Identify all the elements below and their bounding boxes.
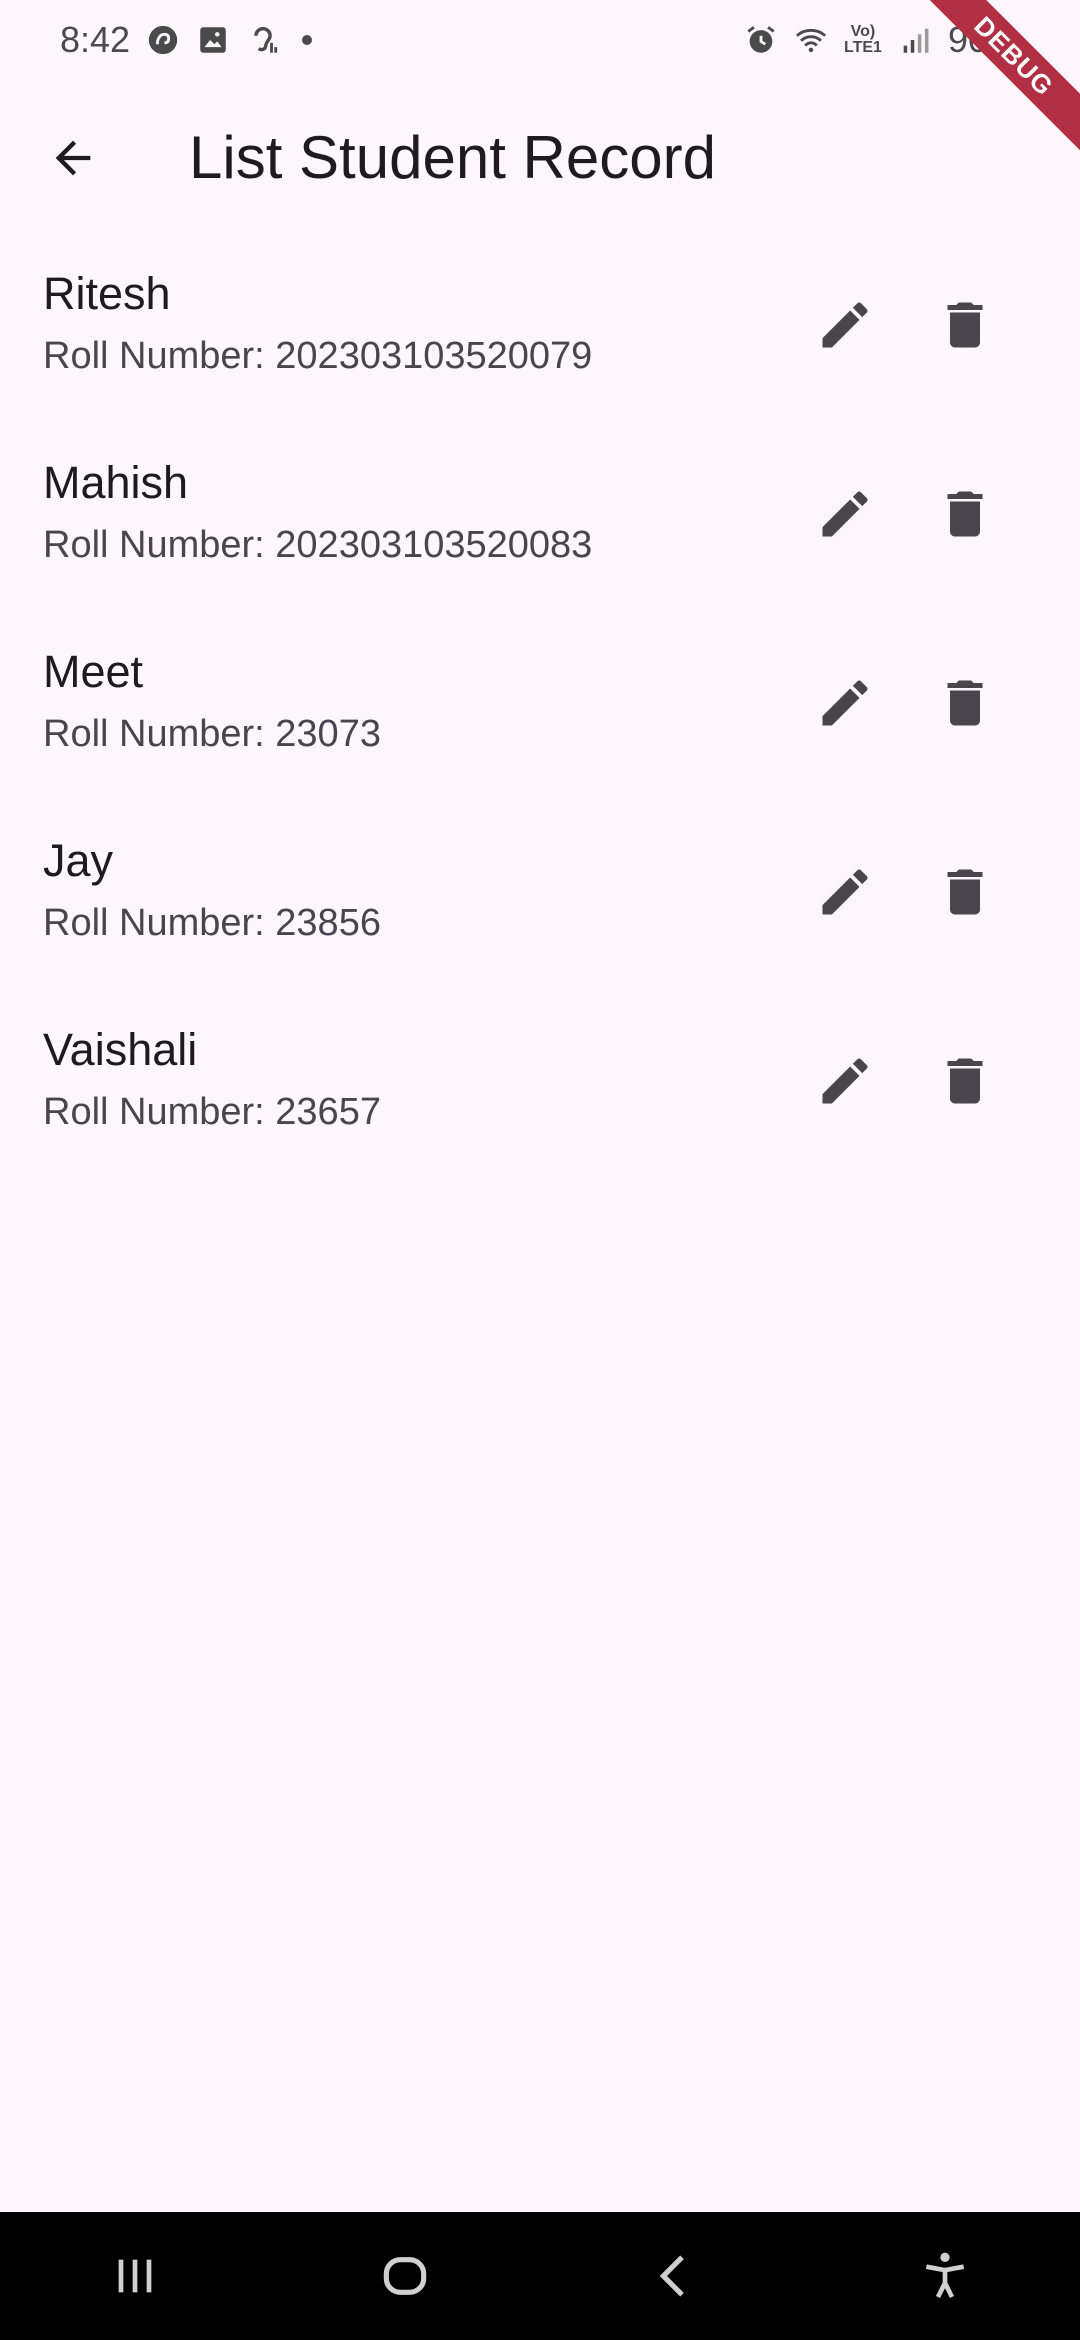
list-item-text: Vaishali Roll Number: 23657 xyxy=(43,1020,785,1142)
list-item-actions xyxy=(785,1021,1025,1141)
list-item[interactable]: Meet Roll Number: 23073 xyxy=(0,608,1080,797)
delete-icon xyxy=(947,1058,983,1103)
back-button[interactable] xyxy=(25,110,121,206)
list-item-text: Mahish Roll Number: 202303103520083 xyxy=(43,453,785,575)
student-roll-number: Roll Number: 23073 xyxy=(43,712,381,755)
edit-icon xyxy=(822,1057,868,1103)
system-nav-bar xyxy=(0,2212,1080,2340)
delete-button[interactable] xyxy=(905,265,1025,385)
student-list: Ritesh Roll Number: 202303103520079 Mahi… xyxy=(0,230,1080,1175)
edit-button[interactable] xyxy=(785,643,905,763)
wifi-icon xyxy=(794,23,828,57)
edit-button[interactable] xyxy=(785,1021,905,1141)
delete-icon xyxy=(947,869,983,914)
home-icon xyxy=(383,2257,427,2295)
list-item-actions xyxy=(785,265,1025,385)
list-item-text: Meet Roll Number: 23073 xyxy=(43,642,785,764)
chevron-left-icon xyxy=(659,2255,684,2297)
list-item-actions xyxy=(785,454,1025,574)
student-name: Ritesh xyxy=(43,267,171,319)
page-title: List Student Record xyxy=(189,124,716,191)
app-bar: List Student Record xyxy=(0,80,1080,235)
student-roll-number: Roll Number: 23657 xyxy=(43,1090,381,1133)
accessibility-button[interactable] xyxy=(885,2226,1005,2326)
arrow-back-icon xyxy=(55,140,91,175)
list-item[interactable]: Ritesh Roll Number: 202303103520079 xyxy=(0,230,1080,419)
list-item-text: Jay Roll Number: 23856 xyxy=(43,831,785,953)
student-roll-number: Roll Number: 202303103520083 xyxy=(43,523,593,566)
student-name: Vaishali xyxy=(43,1023,198,1075)
delete-button[interactable] xyxy=(905,832,1025,952)
delete-icon xyxy=(947,491,983,536)
recents-icon xyxy=(118,2259,152,2293)
edit-button[interactable] xyxy=(785,265,905,385)
student-name: Meet xyxy=(43,645,144,697)
screen: 8:42 Vo) LTE1 DEBUG List Student Record … xyxy=(0,0,1080,2340)
delete-button[interactable] xyxy=(905,643,1025,763)
accessibility-icon xyxy=(925,2252,965,2299)
list-item[interactable]: Mahish Roll Number: 202303103520083 xyxy=(0,419,1080,608)
list-item-actions xyxy=(785,643,1025,763)
back-nav-button[interactable] xyxy=(615,2226,735,2326)
lte-top: Vo) xyxy=(850,23,876,40)
edit-icon xyxy=(822,490,868,536)
edit-button[interactable] xyxy=(785,454,905,574)
student-roll-number: Roll Number: 202303103520079 xyxy=(43,334,593,377)
list-item-text: Ritesh Roll Number: 202303103520079 xyxy=(43,264,785,386)
lte-bottom: LTE1 xyxy=(844,39,882,56)
edit-icon xyxy=(822,301,868,347)
recents-button[interactable] xyxy=(75,2226,195,2326)
lte-indicator: Vo) LTE1 xyxy=(844,24,882,56)
edit-button[interactable] xyxy=(785,832,905,952)
edit-icon xyxy=(822,868,868,914)
delete-icon xyxy=(947,302,983,347)
sync-icon xyxy=(146,23,180,57)
notification-dot xyxy=(302,35,313,45)
student-name: Mahish xyxy=(43,456,189,508)
delete-icon xyxy=(947,680,983,725)
status-time: 8:42 xyxy=(60,19,131,60)
image-icon xyxy=(196,23,230,57)
delete-button[interactable] xyxy=(905,1021,1025,1141)
home-button[interactable] xyxy=(345,2226,465,2326)
list-item[interactable]: Vaishali Roll Number: 23657 xyxy=(0,986,1080,1175)
list-item-actions xyxy=(785,832,1025,952)
list-item[interactable]: Jay Roll Number: 23856 xyxy=(0,797,1080,986)
alarm-icon xyxy=(744,23,778,57)
student-name: Jay xyxy=(43,834,114,886)
status-bar: 8:42 Vo) LTE1 xyxy=(0,0,1080,80)
student-roll-number: Roll Number: 23856 xyxy=(43,901,381,944)
hearing-icon xyxy=(246,23,280,57)
edit-icon xyxy=(822,679,868,725)
status-left: 8:42 xyxy=(60,19,313,61)
delete-button[interactable] xyxy=(905,454,1025,574)
